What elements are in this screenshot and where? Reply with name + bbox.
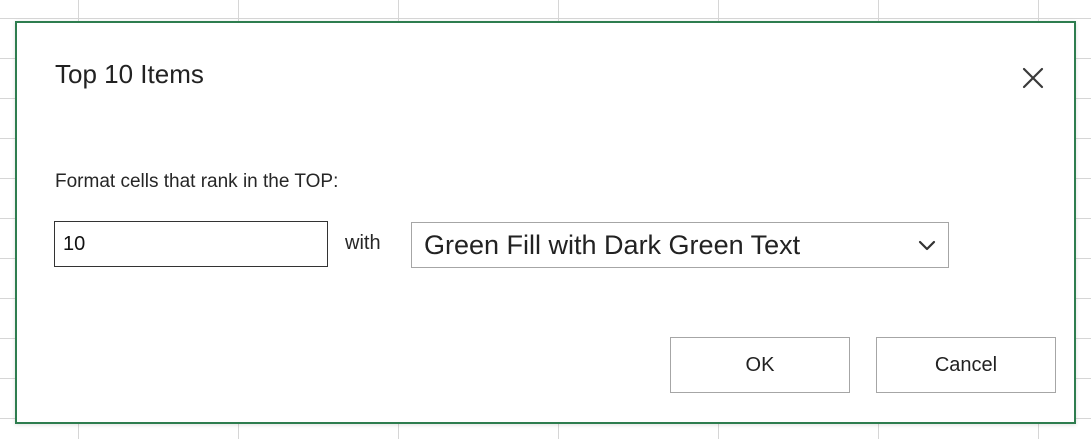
chevron-down-icon [918, 240, 936, 251]
close-button[interactable] [1016, 61, 1050, 95]
top-10-items-dialog: Top 10 Items Format cells that rank in t… [15, 21, 1076, 424]
format-style-dropdown[interactable]: Green Fill with Dark Green Text [411, 222, 949, 268]
rank-count-input[interactable] [54, 221, 328, 267]
ok-button[interactable]: OK [670, 337, 850, 393]
rank-prompt-label: Format cells that rank in the TOP: [55, 171, 339, 192]
close-icon [1022, 67, 1044, 89]
dialog-title: Top 10 Items [55, 59, 204, 89]
with-label: with [345, 232, 381, 254]
format-style-selected: Green Fill with Dark Green Text [424, 230, 801, 260]
cancel-button[interactable]: Cancel [876, 337, 1056, 393]
